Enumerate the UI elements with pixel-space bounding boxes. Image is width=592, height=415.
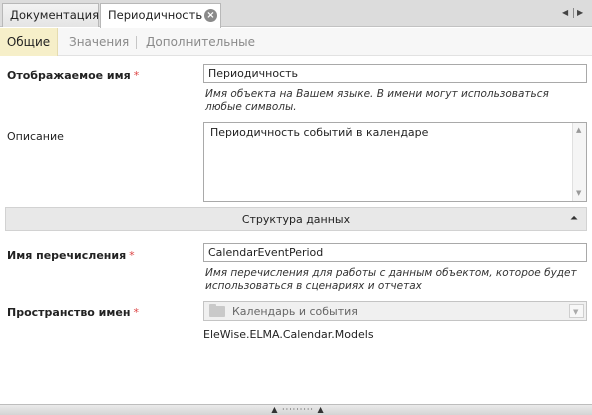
- section-tabs: Общие Значения Дополнительные: [0, 28, 592, 56]
- tab-general[interactable]: Общие: [0, 28, 58, 56]
- display-name-input[interactable]: Периодичность: [203, 64, 587, 83]
- required-mark: *: [133, 306, 139, 319]
- tab-additional[interactable]: Дополнительные: [146, 28, 255, 56]
- tab-nav-divider: [573, 8, 574, 18]
- enum-name-hint: Имя перечисления для работы с данным объ…: [205, 267, 577, 292]
- scroll-down-icon[interactable]: ▼: [576, 189, 581, 197]
- display-name-hint: Имя объекта на Вашем языке. В имени могу…: [205, 88, 549, 113]
- data-structure-header[interactable]: Структура данных ⏶: [5, 207, 587, 231]
- close-icon[interactable]: ×: [204, 9, 217, 22]
- tab-values[interactable]: Значения: [69, 28, 129, 56]
- collapse-up-icon[interactable]: ⏶: [570, 211, 578, 227]
- tab-documentation-label: Документация: [10, 8, 100, 22]
- description-label: Описание: [7, 130, 64, 143]
- tab-navigation: ◀ ▶: [558, 7, 588, 19]
- arrow-right-icon[interactable]: ▶: [577, 7, 583, 19]
- namespace-label: Пространство имен *: [7, 306, 139, 319]
- display-name-label-text: Отображаемое имя: [7, 69, 131, 82]
- folder-icon: [209, 304, 225, 317]
- description-text: Периодичность событий в календаре: [210, 126, 429, 139]
- namespace-full-path: EleWise.ELMA.Calendar.Models: [203, 328, 374, 341]
- enum-name-label: Имя перечисления *: [7, 249, 135, 262]
- arrow-left-icon[interactable]: ◀: [562, 7, 568, 19]
- tab-documentation[interactable]: Документация: [2, 3, 99, 27]
- namespace-select[interactable]: Календарь и события ▼: [203, 301, 587, 321]
- display-name-label: Отображаемое имя *: [7, 69, 139, 82]
- splitter-grip-icon[interactable]: ▲ ········· ▲: [264, 405, 332, 415]
- document-tab-strip: Документация Периодичность × ◀ ▶: [0, 0, 592, 28]
- data-structure-title: Структура данных: [241, 213, 351, 226]
- required-mark: *: [129, 249, 135, 262]
- tab-periodicity-label: Периодичность: [108, 8, 203, 22]
- enum-name-label-text: Имя перечисления: [7, 249, 127, 262]
- bottom-splitter[interactable]: ▲ ········· ▲: [0, 404, 592, 415]
- tab-separator: [136, 36, 137, 49]
- description-scrollbar[interactable]: ▲ ▼: [572, 123, 586, 201]
- dropdown-button[interactable]: ▼: [569, 304, 584, 318]
- required-mark: *: [133, 69, 140, 82]
- tab-periodicity[interactable]: Периодичность ×: [100, 3, 221, 28]
- namespace-selected-value: Календарь и события: [232, 305, 358, 318]
- scroll-up-icon[interactable]: ▲: [576, 126, 581, 134]
- description-textarea[interactable]: Периодичность событий в календаре ▲ ▼: [203, 122, 587, 202]
- enum-name-input[interactable]: CalendarEventPeriod: [203, 243, 587, 262]
- namespace-label-text: Пространство имен: [7, 306, 131, 319]
- dropdown-arrow-icon: ▼: [573, 308, 579, 316]
